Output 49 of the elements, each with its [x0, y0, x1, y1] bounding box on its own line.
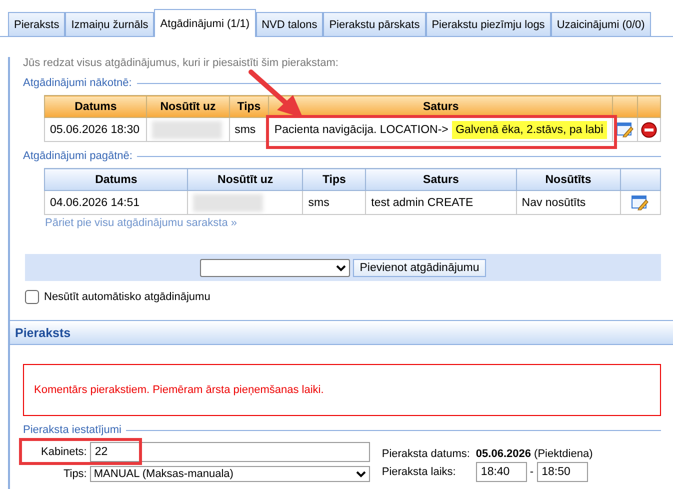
table-cell: 04.06.2026 14:51 — [44, 190, 188, 214]
type-value: MANUAL (Maksas-manuala) — [94, 468, 234, 480]
column-header: Tips — [229, 96, 269, 118]
table-cell: sms — [302, 190, 366, 214]
checkbox[interactable] — [25, 290, 39, 304]
section-label: Pieraksta iestatījumi — [23, 424, 122, 436]
edit-icon[interactable] — [616, 122, 634, 138]
time-to-field[interactable]: 18:50 — [536, 462, 588, 482]
content-cell: Pacienta navigācija. LOCATION-> Galvenā ēka, 2.stāvs, pa labi — [268, 118, 613, 142]
redacted-value — [152, 120, 222, 138]
add-reminder-button[interactable]: Pievienot atgādinājumu — [352, 258, 486, 276]
tab[interactable]: Izmaiņu žurnāls — [65, 12, 154, 36]
field-label: Pieraksta datums: — [382, 448, 470, 460]
tab[interactable]: Pieraksts — [8, 12, 66, 36]
column-header: Nosūtīt uz — [188, 168, 303, 190]
room-field[interactable]: 22 — [90, 442, 370, 462]
type-select[interactable]: MANUAL (Maksas-manuala) — [90, 466, 370, 482]
time-separator: - — [530, 466, 534, 478]
tab[interactable]: Atgādinājumi (1/1) — [154, 9, 256, 37]
tab[interactable]: Pierakstu piezīmju logs — [426, 12, 551, 36]
column-header: Nosūtīts — [516, 168, 620, 190]
section-header: Pieraksts — [10, 320, 673, 345]
tab[interactable]: Uzaicinājumi (0/0) — [550, 12, 651, 36]
edit-icon[interactable] — [631, 194, 650, 210]
field-label: Pieraksta laiks: — [382, 466, 457, 478]
field-label: Kabinets: — [41, 446, 87, 458]
section-label: Atgādinājumi nākotnē: — [23, 77, 132, 89]
field-label: Tips: — [62, 468, 87, 480]
comment-text: Komentārs pierakstiem. Piemēram ārsta pieņemšanas laiki. — [23, 364, 661, 416]
column-header: Saturs — [366, 168, 516, 190]
tab[interactable]: Pierakstu pārskats — [323, 12, 426, 36]
tab[interactable]: NVD talons — [256, 12, 324, 36]
column-header: Datums — [44, 96, 147, 118]
column-header: Nosūtīt uz — [146, 96, 230, 118]
column-header: Tips — [302, 168, 366, 190]
table-cell: test admin CREATE — [366, 190, 516, 214]
table-cell: Nav nosūtīts — [516, 190, 620, 214]
reminder-select[interactable] — [200, 258, 350, 276]
chevron-down-icon — [336, 264, 346, 272]
date-value: 05.06.2026 (Piektdiena) — [476, 448, 593, 460]
column-header: Datums — [44, 168, 188, 190]
table-cell: 05.06.2026 18:30 — [44, 118, 147, 142]
redacted-value — [193, 194, 264, 212]
checkbox-label: Nesūtīt automātisko atgādinājumu — [44, 291, 210, 303]
delete-icon[interactable] — [640, 122, 657, 138]
time-from-field[interactable]: 18:40 — [476, 462, 527, 482]
section-label: Atgādinājumi pagātnē: — [23, 150, 132, 162]
chevron-down-icon — [356, 470, 366, 478]
intro-text: Jūs redzat visus atgādinājumus, kuri ir piesaistīti šim pierakstam: — [23, 57, 340, 69]
